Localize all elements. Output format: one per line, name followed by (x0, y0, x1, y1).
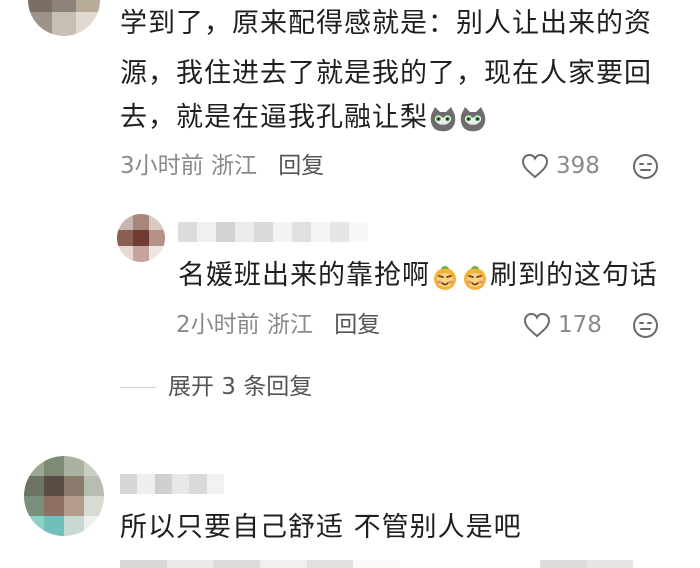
emoji-reaction-icon[interactable] (632, 312, 659, 339)
comment-1-line-1: 学到了，原来配得感就是：别人让出来的资 (120, 8, 652, 39)
comment-1-line-3: 去，就是在逼我孔融让梨 (120, 96, 488, 140)
comment-3-text: 所以只要自己舒适 不管别人是吧 (120, 512, 522, 543)
reply-meta: 2小时前 浙江 回复 (176, 310, 380, 340)
comment-1-reply-button[interactable]: 回复 (278, 153, 324, 179)
reply-reply-button[interactable]: 回复 (334, 312, 380, 338)
username[interactable] (178, 222, 368, 242)
reply-location: 浙江 (266, 312, 313, 338)
comment-1-time: 3小时前 (120, 153, 204, 179)
reply-like-count: 178 (558, 312, 602, 338)
reply-time: 2小时前 (176, 312, 260, 338)
comment-feed: 学到了，原来配得感就是：别人让出来的资 源，我住进去了就是我的了，现在人家要回 … (0, 0, 700, 568)
heart-icon[interactable] (522, 311, 552, 339)
avatar[interactable] (117, 214, 165, 262)
comment-3-meta-cut (120, 560, 680, 568)
avatar[interactable] (28, 0, 100, 36)
cat-face-emoji (460, 107, 486, 132)
comment-1-like-count: 398 (556, 153, 600, 179)
comment-1-meta: 3小时前 浙江 回复 (120, 151, 324, 181)
emoji-reaction-icon[interactable] (632, 153, 659, 180)
comment-1-line-2: 源，我住进去了就是我的了，现在人家要回 (120, 58, 652, 89)
smug-face-emoji (464, 266, 486, 290)
comment-1-location: 浙江 (210, 153, 257, 179)
reply-text: 名媛班出来的靠抢啊 刷到的这句话 (178, 254, 658, 298)
username[interactable] (120, 474, 224, 494)
reply-text-before: 名媛班出来的靠抢啊 (178, 260, 430, 291)
expand-divider (120, 387, 156, 388)
expand-replies-button[interactable]: 展开 3 条回复 (168, 372, 312, 402)
cat-face-emoji (430, 107, 456, 132)
heart-icon[interactable] (520, 152, 550, 180)
reply-text-after: 刷到的这句话 (490, 260, 658, 291)
avatar[interactable] (24, 456, 104, 536)
smug-face-emoji (434, 266, 456, 290)
comment-1-line-3-text: 去，就是在逼我孔融让梨 (120, 102, 428, 133)
